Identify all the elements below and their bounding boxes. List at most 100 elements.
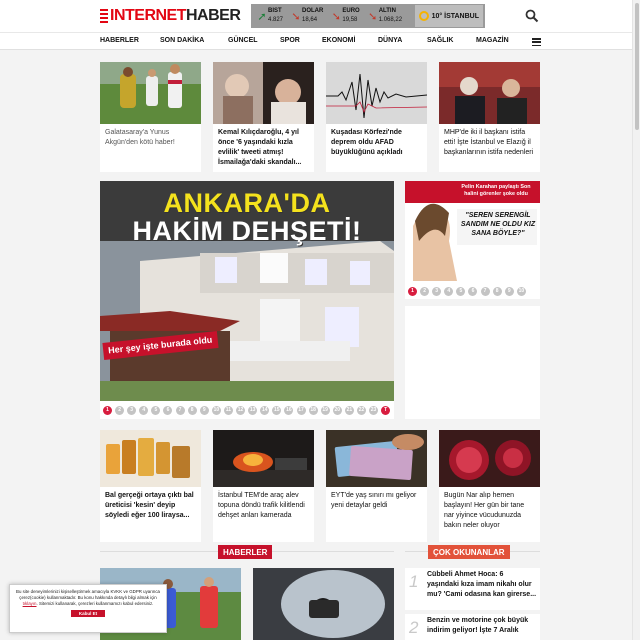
cookie-details-link[interactable]: tıklayın [23, 601, 37, 606]
pagination-dot-4[interactable]: 4 [139, 406, 149, 415]
popular-item[interactable]: 2 Benzin ve motorine çok büyük indirim g… [405, 614, 540, 640]
trend-up-icon: ➚ [257, 10, 267, 23]
nav-item-magazin[interactable]: MAGAZİN [476, 37, 509, 44]
pagination-dot-13[interactable]: 13 [248, 406, 258, 415]
pagination-dot-1[interactable]: 1 [408, 287, 417, 296]
news-image-seismograph [326, 62, 427, 124]
news-image-honey-jars [100, 430, 201, 487]
news-card[interactable]: Kuşadası Körfezi'nde deprem oldu AFAD bü… [326, 62, 427, 172]
pagination-dot-5[interactable]: 5 [456, 287, 466, 296]
ticker-value: 4.827 [268, 17, 284, 23]
site-logo[interactable]: INTERNET HABER [100, 6, 241, 26]
ticker-euro[interactable]: ➘ EURO 19,58 [327, 5, 362, 27]
pagination-dot-8[interactable]: 8 [187, 406, 197, 415]
ticker-bist[interactable]: ➚ BIST 4.827 [253, 5, 286, 27]
pagination-dot-3[interactable]: 3 [432, 287, 442, 296]
trend-down-icon: ➘ [331, 10, 341, 23]
pagination-dot-7[interactable]: 7 [480, 287, 490, 296]
pagination-dot-T[interactable]: T [381, 406, 391, 415]
pagination-dot-22[interactable]: 22 [356, 406, 366, 415]
pagination-dot-5[interactable]: 5 [151, 406, 161, 415]
trend-down-icon: ➘ [368, 10, 378, 23]
weather-text: 10° İSTANBUL [431, 12, 479, 20]
news-card[interactable]: Kemal Kılıçdaroğlu, 4 yıl önce '6 yaşınd… [213, 62, 314, 172]
ticker-name: DOLAR [302, 8, 324, 14]
nav-item-dunya[interactable]: DÜNYA [378, 37, 402, 44]
pagination-dot-17[interactable]: 17 [296, 406, 306, 415]
news-caption: Kuşadası Körfezi'nde deprem oldu AFAD bü… [331, 129, 403, 156]
hero-headline-line1: ANKARA'DA [163, 188, 331, 218]
pagination-dot-10[interactable]: 10 [211, 406, 221, 415]
pagination-dot-10[interactable]: 10 [516, 287, 526, 296]
pagination-dot-8[interactable]: 8 [492, 287, 502, 296]
sun-icon [418, 11, 429, 21]
news-card[interactable]: Bugün Nar alıp hemen başlayın! Her gün b… [439, 430, 540, 542]
top-header: INTERNET HABER ➚ BIST 4.827 ➘ DOLAR 18,64 ➘… [0, 0, 632, 32]
news-image-burning-car [213, 430, 314, 487]
pagination-dot-2[interactable]: 2 [115, 406, 125, 415]
hamburger-menu-icon[interactable] [532, 38, 541, 46]
headline-slider[interactable]: ANKARA'DA HAKİM DEHŞETİ! Her şey işte bu… [100, 181, 394, 419]
nav-item-ekonomi[interactable]: EKONOMİ [322, 37, 355, 44]
hero-headline-line2: HAKİM DEHŞETİ! [132, 216, 362, 246]
search-icon[interactable] [525, 9, 539, 23]
news-card[interactable]: Galatasaray'a Yunus Akgün'den kötü haber… [100, 62, 201, 172]
market-ticker: ➚ BIST 4.827 ➘ DOLAR 18,64 ➘ EURO 19,58 ➘ A… [251, 4, 485, 28]
pagination-dot-2[interactable]: 2 [420, 287, 430, 296]
pagination-dot-6[interactable]: 6 [163, 406, 173, 415]
pagination-dot-6[interactable]: 6 [468, 287, 478, 296]
main-nav: HABERLER SON DAKİKA GÜNCEL SPOR EKONOMİ … [0, 32, 632, 50]
nav-item-saglik[interactable]: SAĞLIK [427, 37, 453, 44]
pagination-dot-11[interactable]: 11 [223, 406, 233, 415]
news-caption: İstanbul TEM'de araç alev topuna döndü t… [218, 492, 305, 519]
popular-item[interactable]: 1 Cübbeli Ahmet Hoca: 6 yaşındaki kıza i… [405, 568, 540, 610]
pagination-dot-14[interactable]: 14 [260, 406, 270, 415]
pagination-dot-4[interactable]: 4 [444, 287, 454, 296]
news-caption: EYT'de yaş sınırı mı geliyor yeni detayl… [331, 492, 417, 509]
news-card[interactable] [253, 568, 394, 640]
pagination-dot-9[interactable]: 9 [504, 287, 514, 296]
hero-image-building: ANKARA'DA HAKİM DEHŞETİ! Her şey işte bu… [100, 181, 394, 401]
page: INTERNET HABER ➚ BIST 4.827 ➘ DOLAR 18,64 ➘… [0, 0, 640, 640]
ticker-altin[interactable]: ➘ ALTIN 1.068,22 [364, 5, 405, 27]
pagination-dot-18[interactable]: 18 [308, 406, 318, 415]
section-title-cok-okunanlar[interactable]: ÇOK OKUNANLAR [428, 545, 510, 559]
logo-text-internet: INTERNET [110, 7, 187, 24]
pagination-dot-12[interactable]: 12 [236, 406, 246, 415]
news-card[interactable]: MHP'de iki il başkanı istifa etti! İşte … [439, 62, 540, 172]
pagination-dot-9[interactable]: 9 [199, 406, 209, 415]
pagination-dot-19[interactable]: 19 [320, 406, 330, 415]
weather-widget[interactable]: 10° İSTANBUL [414, 5, 483, 27]
news-card[interactable]: Bal gerçeği ortaya çıktı bal üreticisi '… [100, 430, 201, 542]
scrollbar-thumb[interactable] [635, 3, 639, 130]
trend-down-icon: ➘ [291, 10, 301, 23]
cookie-text-part1: Bu site deneyimlerinizi kişiselleştirmek… [16, 589, 160, 600]
pagination-dot-3[interactable]: 3 [127, 406, 137, 415]
pagination-dot-16[interactable]: 16 [284, 406, 294, 415]
section-title-haberler[interactable]: HABERLER [218, 545, 273, 559]
pagination-dot-7[interactable]: 7 [175, 406, 185, 415]
nav-item-haberler[interactable]: HABERLER [100, 37, 139, 44]
promo-pagination: 1 2 3 4 5 6 7 8 9 10 [408, 287, 529, 296]
popular-text: Cübbeli Ahmet Hoca: 6 yaşındaki kıza ima… [427, 571, 537, 598]
promo-quote: "SEREN SERENGİL SANDIM NE OLDU KIZ SANA … [460, 212, 536, 237]
pagination-dot-15[interactable]: 15 [272, 406, 282, 415]
popular-rank: 1 [409, 572, 419, 591]
side-promo-card[interactable]: Pelin Karahan paylaştı Son halini görenl… [405, 181, 540, 299]
nav-item-son-dakika[interactable]: SON DAKİKA [160, 37, 204, 44]
page-scrollbar[interactable] [632, 0, 640, 640]
news-caption: Bal gerçeği ortaya çıktı bal üreticisi '… [105, 492, 194, 519]
logo-mark-icon [100, 9, 108, 23]
nav-item-spor[interactable]: SPOR [280, 37, 300, 44]
news-caption: Kemal Kılıçdaroğlu, 4 yıl önce '6 yaşınd… [218, 129, 302, 166]
pagination-dot-23[interactable]: 23 [369, 406, 379, 415]
nav-item-guncel[interactable]: GÜNCEL [228, 37, 258, 44]
news-card[interactable]: İstanbul TEM'de araç alev topuna döndü t… [213, 430, 314, 542]
pagination-dot-21[interactable]: 21 [344, 406, 354, 415]
ticker-dolar[interactable]: ➘ DOLAR 18,64 [287, 5, 326, 27]
pagination-dot-1[interactable]: 1 [103, 406, 112, 415]
pagination-dot-20[interactable]: 20 [332, 406, 342, 415]
hero-headline: ANKARA'DA HAKİM DEHŞETİ! [100, 189, 394, 245]
news-card[interactable]: EYT'de yaş sınırı mı geliyor yeni detayl… [326, 430, 427, 542]
cookie-accept-button[interactable]: Kabul Et [71, 610, 105, 617]
